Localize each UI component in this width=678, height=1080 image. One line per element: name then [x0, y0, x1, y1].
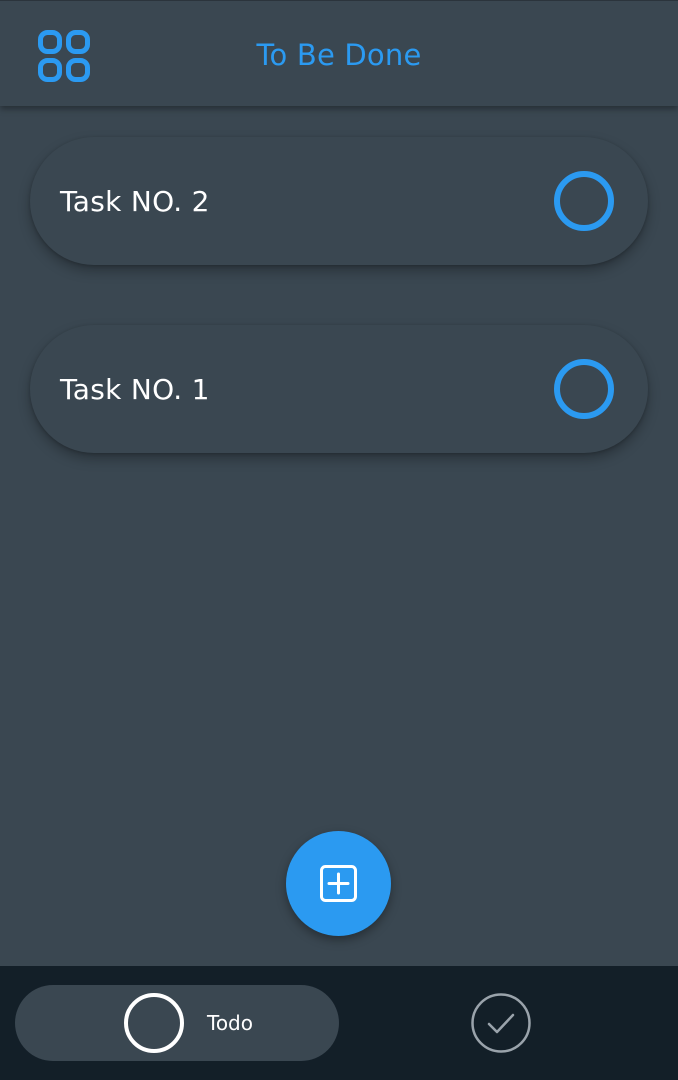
menu-button[interactable]: [38, 30, 90, 82]
task-label: Task NO. 2: [60, 185, 210, 218]
nav-tab-done[interactable]: [470, 992, 532, 1054]
page-title: To Be Done: [256, 38, 422, 72]
add-task-button[interactable]: [286, 831, 391, 936]
grid-four-icon: [38, 30, 90, 82]
nav-tab-todo-label: Todo: [207, 1011, 253, 1035]
task-label: Task NO. 1: [60, 373, 210, 406]
nav-tab-todo[interactable]: Todo: [15, 985, 339, 1061]
app-bar: To Be Done: [0, 0, 678, 106]
task-complete-toggle[interactable]: [554, 171, 614, 231]
plus-square-icon: [320, 865, 357, 902]
task-complete-toggle[interactable]: [554, 359, 614, 419]
app-screen: To Be Done Task NO. 2 Task NO. 1 Todo: [0, 0, 678, 1080]
task-item[interactable]: Task NO. 2: [30, 137, 648, 265]
circle-outline-icon: [124, 993, 184, 1053]
check-circle-icon: [471, 993, 531, 1053]
bottom-navigation: Todo: [0, 966, 678, 1080]
task-item[interactable]: Task NO. 1: [30, 325, 648, 453]
